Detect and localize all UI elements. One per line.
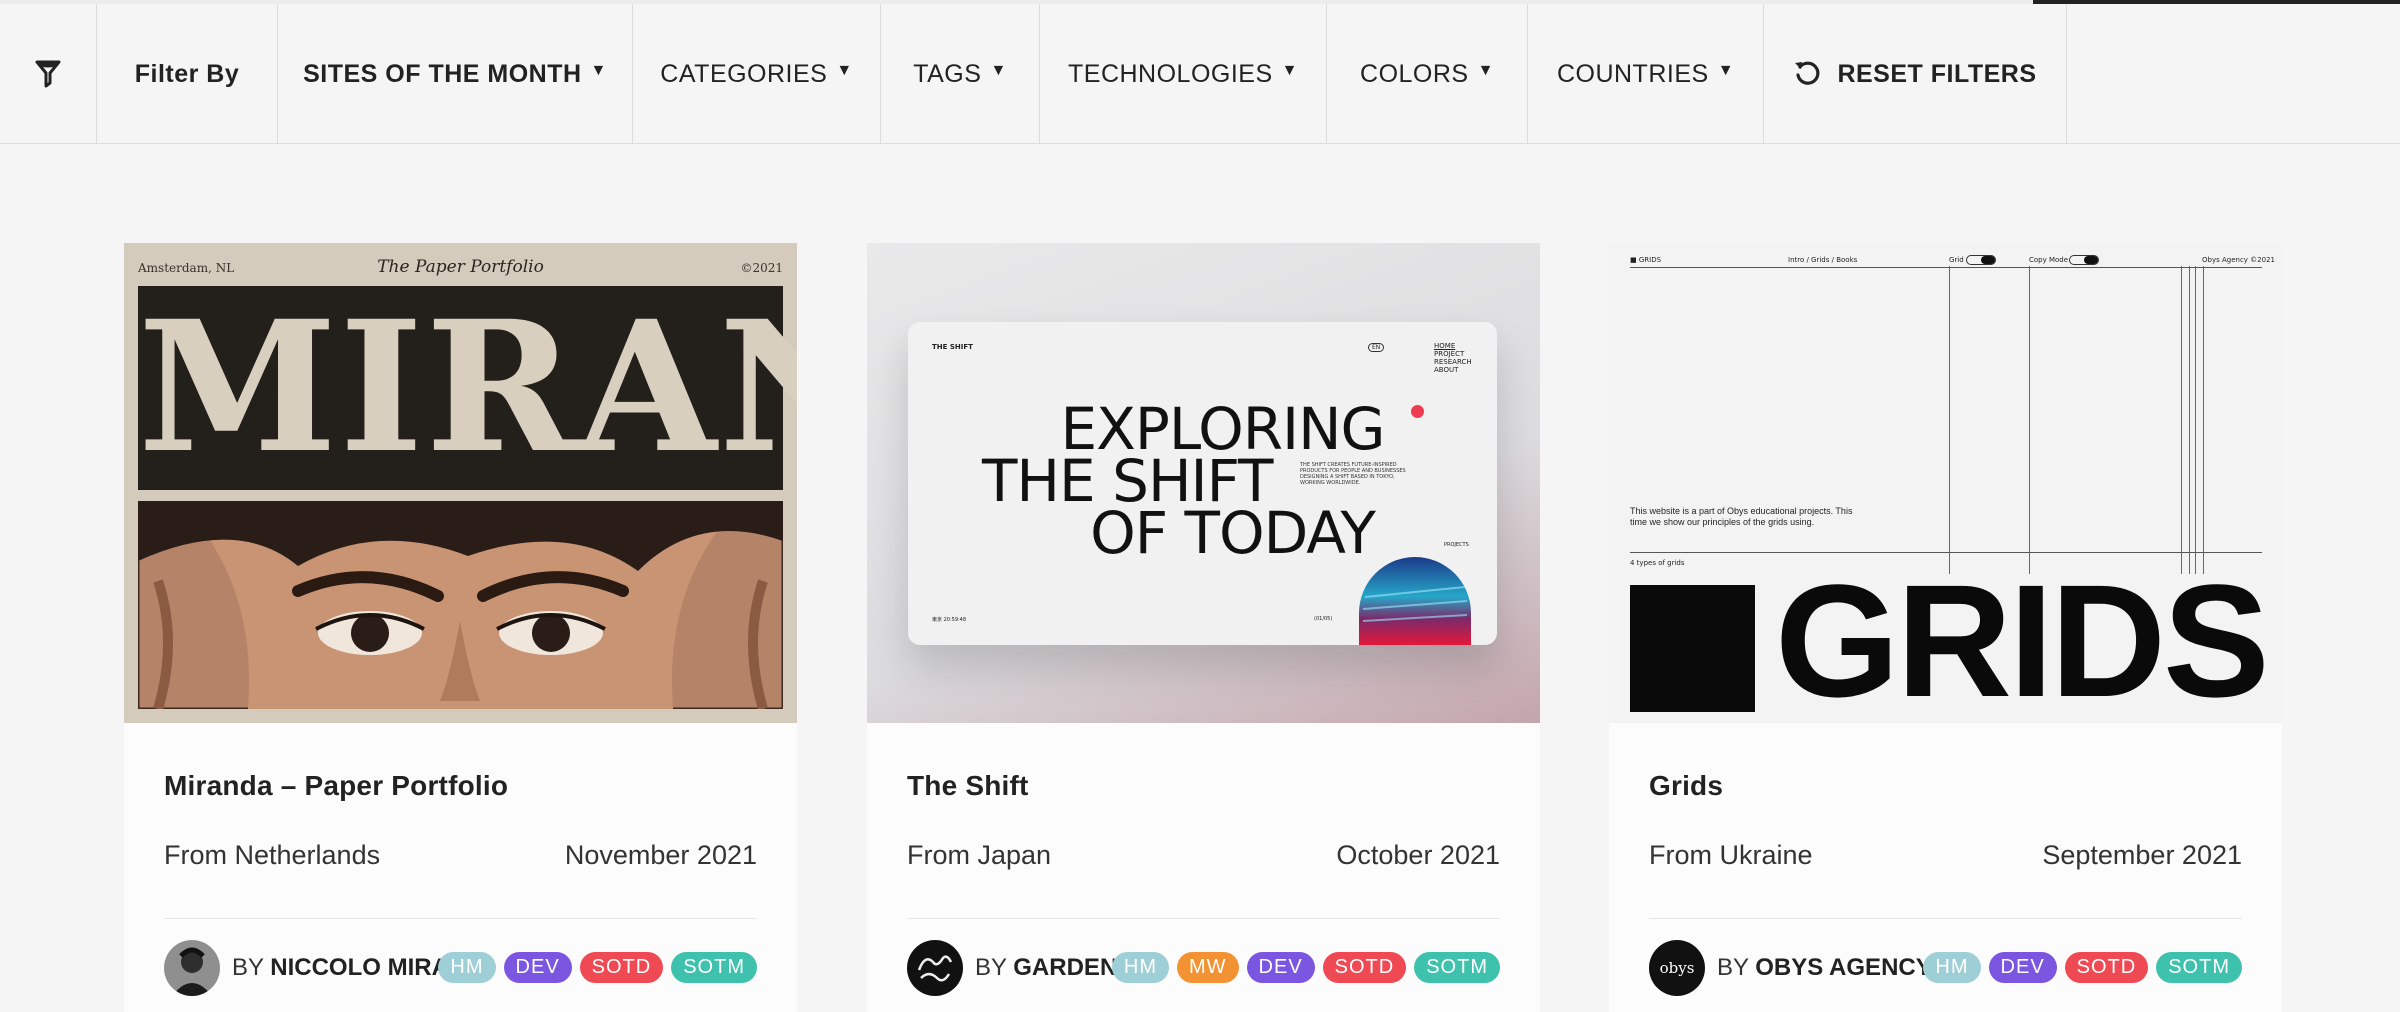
avatar[interactable]: obys: [1649, 940, 1705, 996]
author-name[interactable]: OBYS AGENCY: [1755, 954, 1931, 981]
card-date: September 2021: [2042, 840, 2242, 870]
filter-colors[interactable]: COLORS ▼: [1327, 4, 1528, 144]
thumb-nav-item: PROJECT: [1434, 350, 1465, 358]
card-author[interactable]: BY NICCOLO MIRA...: [164, 940, 469, 996]
thumb-agency: Obys Agency ©2021: [2202, 256, 2275, 264]
site-card[interactable]: ■ GRIDS Intro / Grids / Books Grid Copy …: [1609, 243, 2282, 1012]
badge-hm: HM: [1923, 952, 1981, 983]
filter-technologies[interactable]: TECHNOLOGIES ▼: [1040, 4, 1327, 144]
card-country: From Netherlands: [164, 840, 381, 870]
caret-down-icon: ▼: [1281, 62, 1298, 79]
avatar[interactable]: [164, 940, 220, 996]
thumb-title-text: The Paper Portfolio: [377, 257, 544, 277]
thumb-projects: PROJECTS: [1444, 542, 1469, 548]
thumb-count: (01/05): [1314, 616, 1333, 622]
thumb-brand: ■ GRIDS: [1630, 256, 1662, 264]
filter-label: TECHNOLOGIES: [1068, 59, 1273, 88]
card-divider: [164, 918, 757, 919]
badge-mw: MW: [1176, 952, 1239, 983]
filter-label: CATEGORIES: [660, 59, 828, 88]
black-square: [1630, 585, 1755, 712]
caret-down-icon: ▼: [1477, 62, 1494, 79]
site-card[interactable]: THE SHIFT EN HOME PROJECT RESEARCH ABOUT…: [867, 243, 1540, 1012]
card-author[interactable]: obys BY OBYS AGENCY: [1649, 940, 1932, 996]
site-thumbnail[interactable]: ■ GRIDS Intro / Grids / Books Grid Copy …: [1609, 243, 2282, 723]
filter-sites-of-the-month[interactable]: SITES OF THE MONTH ▼: [278, 4, 633, 144]
thumb-headline: GRIDS: [1775, 551, 2270, 723]
reset-filters-button[interactable]: RESET FILTERS: [1764, 4, 2067, 144]
reset-filters-label: RESET FILTERS: [1837, 59, 2037, 88]
badge-dev: DEV: [1988, 952, 2057, 983]
thumb-time: 東京 20:59:48: [932, 617, 967, 623]
filter-label: COLORS: [1360, 59, 1469, 88]
reset-icon: [1793, 59, 1823, 89]
card-divider: [907, 918, 1500, 919]
thumb-grid-label: Grid: [1949, 256, 1964, 264]
thumb-nav-item: HOME: [1434, 342, 1456, 350]
portrait-illustration: [138, 501, 783, 709]
caret-down-icon: ▼: [590, 62, 607, 79]
thumb-paragraph: This website is a part of Obys education…: [1630, 506, 1853, 527]
thumb-headline-3: OF TODAY: [1090, 499, 1376, 567]
badge-sotd: SOTD: [579, 952, 664, 983]
obys-logo-text: obys: [1659, 959, 1695, 977]
thumb-copy-mode: Copy Mode: [2029, 256, 2069, 264]
copy-mode-toggle: [2069, 255, 2099, 265]
site-card[interactable]: Amsterdam, NL The Paper Portfolio ©2021 …: [124, 243, 797, 1012]
filter-toggle-button[interactable]: [0, 4, 97, 144]
filter-bar: Filter By SITES OF THE MONTH ▼ CATEGORIES…: [0, 4, 2400, 144]
card-divider: [1649, 918, 2242, 919]
funnel-icon: [35, 59, 61, 89]
thumb-brand: THE SHIFT: [932, 343, 973, 351]
filter-label: COUNTRIES: [1556, 59, 1709, 88]
thumb-nav-item: RESEARCH: [1434, 358, 1472, 366]
avatar[interactable]: [907, 940, 963, 996]
caret-down-icon: ▼: [836, 62, 853, 79]
card-country: From Ukraine: [1649, 840, 1813, 870]
badge-hm: HM: [438, 952, 496, 983]
award-badges: HM DEV SOTD SOTM: [438, 952, 757, 983]
filter-by-label: Filter By: [97, 4, 278, 144]
badge-dev: DEV: [1246, 952, 1315, 983]
thumb-lang: EN: [1368, 343, 1385, 352]
thumb-blurb: THE SHIFT CREATES FUTURE-INSPIRED PRODUC…: [1300, 462, 1406, 486]
card-title[interactable]: Grids: [1649, 770, 1723, 802]
badge-sotd: SOTD: [2064, 952, 2149, 983]
thumb-nav: HOME PROJECT RESEARCH ABOUT: [1434, 342, 1472, 374]
card-title[interactable]: Miranda – Paper Portfolio: [164, 770, 508, 802]
card-title[interactable]: The Shift: [907, 770, 1029, 802]
thumb-screen: THE SHIFT EN HOME PROJECT RESEARCH ABOUT…: [908, 322, 1497, 645]
thumb-nav-item: ABOUT: [1434, 366, 1459, 374]
filter-label: TAGS: [913, 59, 982, 88]
badge-dev: DEV: [503, 952, 572, 983]
thumb-year-text: ©2021: [740, 261, 783, 275]
badge-sotm: SOTM: [1414, 952, 1500, 983]
site-thumbnail[interactable]: THE SHIFT EN HOME PROJECT RESEARCH ABOUT…: [867, 243, 1540, 723]
filter-countries[interactable]: COUNTRIES ▼: [1528, 4, 1764, 144]
filter-tags[interactable]: TAGS ▼: [881, 4, 1040, 144]
award-badges: HM DEV SOTD SOTM: [1923, 952, 2242, 983]
red-dot: [1411, 405, 1424, 418]
thumb-project-image: [1359, 557, 1471, 645]
award-badges: HM MW DEV SOTD SOTM: [1111, 952, 1500, 983]
thumb-nav: Intro / Grids / Books: [1788, 256, 1858, 264]
badge-sotm: SOTM: [671, 952, 757, 983]
thumb-headline: MIRANDA: [138, 282, 797, 493]
badge-sotd: SOTD: [1322, 952, 1407, 983]
thumb-types: 4 types of grids: [1630, 559, 1685, 567]
filter-categories[interactable]: CATEGORIES ▼: [633, 4, 881, 144]
site-thumbnail[interactable]: Amsterdam, NL The Paper Portfolio ©2021 …: [124, 243, 797, 723]
card-country: From Japan: [907, 840, 1052, 870]
by-label: BY: [975, 954, 1007, 981]
caret-down-icon: ▼: [1717, 62, 1735, 79]
badge-hm: HM: [1111, 952, 1169, 983]
card-date: November 2021: [564, 840, 757, 870]
card-date: October 2021: [1336, 840, 1500, 870]
badge-sotm: SOTM: [2156, 952, 2242, 983]
caret-down-icon: ▼: [990, 62, 1007, 79]
by-label: BY: [232, 954, 264, 981]
grid-toggle: [1966, 255, 1996, 265]
by-label: BY: [1717, 954, 1749, 981]
filter-label: SITES OF THE MONTH: [303, 59, 582, 88]
